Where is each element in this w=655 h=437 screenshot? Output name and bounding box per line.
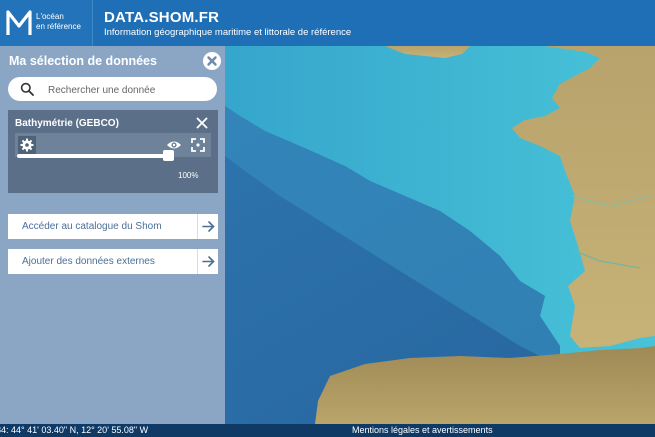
opacity-value: 100% (178, 171, 199, 180)
gear-icon (20, 138, 34, 152)
close-icon[interactable] (195, 116, 209, 130)
opacity-slider-handle[interactable] (163, 150, 174, 161)
circle-x-icon (207, 56, 217, 66)
cursor-coordinates: 84: 44° 41' 03.40" N, 12° 20' 55.08" W (0, 425, 149, 435)
site-title[interactable]: DATA.SHOM.FR (104, 9, 219, 26)
layer-name: Bathymétrie (GEBCO) (15, 118, 119, 129)
site-subtitle: Information géographique maritime et lit… (104, 27, 352, 38)
arrow-right-icon (197, 249, 219, 274)
search-input[interactable] (46, 80, 210, 100)
logo-line-1: L'océan (36, 12, 64, 21)
layer-settings-button[interactable] (18, 136, 36, 154)
catalog-button[interactable]: Accéder au catalogue du Shom (8, 214, 218, 239)
add-external-data-label: Ajouter des données externes (22, 256, 155, 267)
app-header: L'océan en référence DATA.SHOM.FR Inform… (0, 0, 655, 46)
logo-m-icon (6, 10, 32, 35)
close-panel-button[interactable] (203, 52, 221, 70)
catalog-button-label: Accéder au catalogue du Shom (22, 221, 162, 232)
arrow-right-icon (197, 214, 219, 239)
add-external-data-button[interactable]: Ajouter des données externes (8, 249, 218, 274)
legal-notice-link[interactable]: Mentions légales et avertissements (352, 425, 493, 435)
data-selection-panel: Ma sélection de données Bathymétrie (GEB… (0, 46, 225, 424)
logo-tagline: L'océan en référence (36, 12, 81, 32)
panel-title: Ma sélection de données (9, 54, 157, 68)
logo-line-2: en référence (36, 22, 81, 31)
status-bar: 84: 44° 41' 03.40" N, 12° 20' 55.08" W M… (0, 424, 655, 437)
search-icon (20, 82, 34, 96)
expand-icon[interactable] (190, 137, 206, 153)
layer-card: Bathymétrie (GEBCO) (8, 110, 218, 193)
search-box[interactable] (8, 77, 217, 101)
shom-logo[interactable]: L'océan en référence (0, 0, 93, 46)
opacity-slider[interactable] (17, 154, 169, 158)
